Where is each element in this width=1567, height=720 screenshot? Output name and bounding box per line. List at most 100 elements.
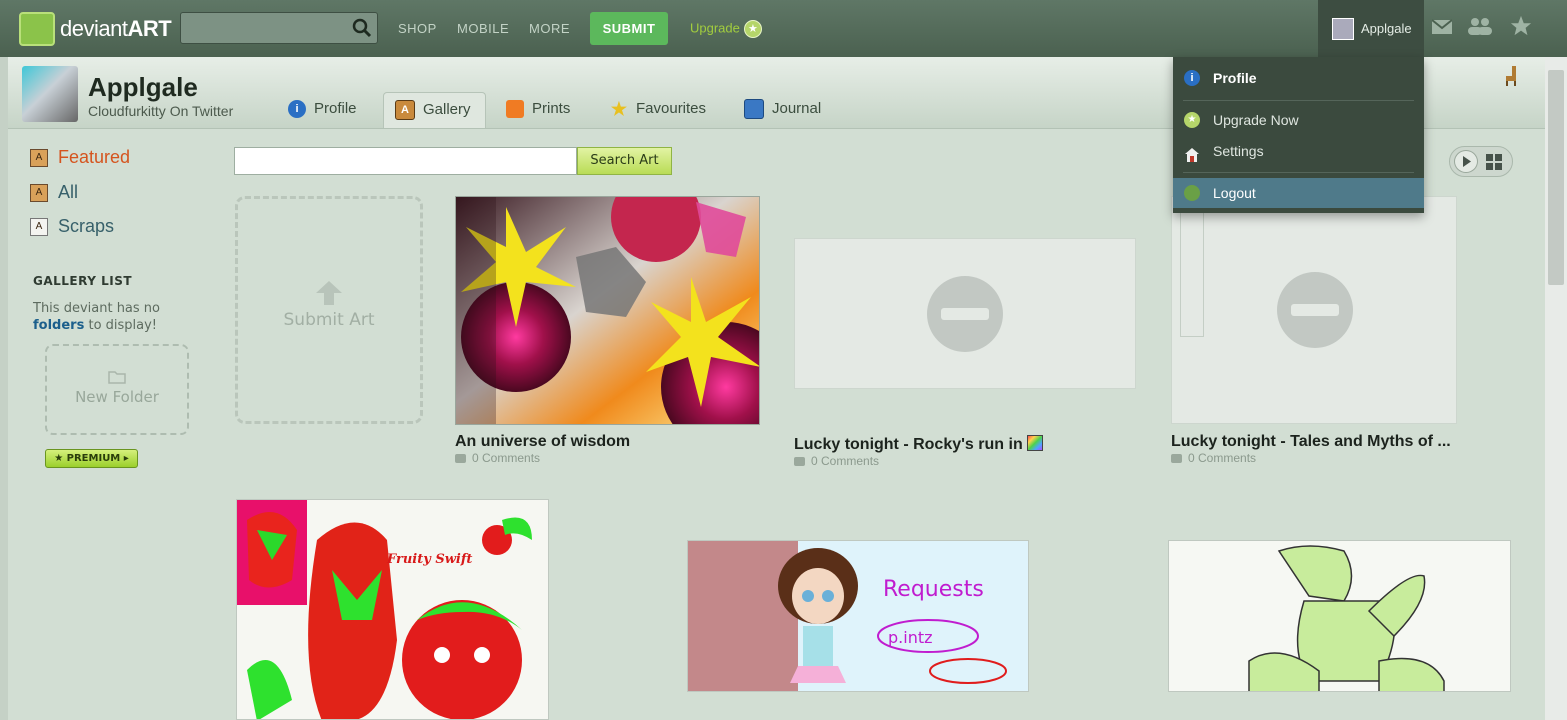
upgrade-star-icon: ★	[743, 20, 762, 38]
tab-profile[interactable]: i Profile	[288, 92, 357, 128]
all-gallery-icon: A	[30, 184, 48, 203]
user-dropdown-menu: i Profile ★ Upgrade Now Settings Logout	[1173, 57, 1424, 213]
artwork-comments[interactable]: 0 Comments	[1171, 451, 1451, 465]
tab-gallery-label: Gallery	[423, 101, 471, 118]
dropdown-profile-label: Profile	[1213, 70, 1257, 86]
folders-msg-part-a: This deviant has no	[33, 301, 160, 316]
avatar[interactable]	[22, 66, 78, 122]
info-icon: i	[288, 100, 306, 119]
restricted-content-icon	[927, 276, 1003, 352]
artwork-thumbnail-blocked-1[interactable]	[794, 238, 1136, 389]
comment-icon	[1171, 454, 1182, 464]
slideshow-view-icon[interactable]	[1454, 150, 1478, 173]
upgrade-link[interactable]: Upgrade ★	[690, 20, 762, 38]
grid-view-icon[interactable]	[1486, 154, 1502, 174]
sidebar-scraps-label: Scraps	[58, 216, 115, 236]
submit-art-button[interactable]: Submit Art	[235, 196, 423, 424]
left-page-edge	[0, 57, 8, 720]
new-folder-label: New Folder	[75, 388, 159, 406]
artwork-thumbnail-blocked-2[interactable]	[1171, 196, 1457, 424]
search-art-button[interactable]: Search Art	[577, 147, 672, 175]
search-icon[interactable]	[352, 18, 372, 42]
rainbow-emoticon-icon	[1027, 435, 1044, 451]
prints-bag-icon	[506, 100, 524, 119]
comment-count: 0 Comments	[472, 451, 541, 465]
global-search-input[interactable]	[180, 12, 378, 44]
artwork-comments[interactable]: 0 Comments	[455, 451, 630, 465]
comment-count: 0 Comments	[811, 454, 880, 468]
mature-ribbon-icon	[1180, 197, 1204, 337]
mail-icon[interactable]	[1431, 16, 1453, 40]
upload-arrow-icon	[238, 281, 420, 310]
sidebar-featured-label: Featured	[58, 147, 131, 167]
profile-tagline: Cloudfurkitty On Twitter	[88, 103, 234, 119]
deviantart-logo-text[interactable]: deviantART	[60, 16, 172, 42]
svg-text:p.intz: p.intz	[888, 628, 933, 647]
tab-prints-label: Prints	[532, 100, 571, 117]
tab-favourites[interactable]: ★ Favourites	[610, 92, 706, 128]
restricted-content-icon	[1277, 272, 1353, 348]
user-avatar-small[interactable]	[1332, 18, 1354, 40]
artwork-comments[interactable]: 0 Comments	[794, 454, 1043, 468]
no-folders-message: This deviant has no folders to display!	[33, 300, 193, 334]
artwork-thumbnail-fruity-swift[interactable]: Fruity Swift	[236, 499, 549, 720]
artwork-title[interactable]: An universe of wisdom	[455, 433, 630, 451]
artwork-item-2-text: Lucky tonight - Rocky's run in 0 Comment…	[794, 435, 1044, 468]
artwork-thumbnail-universe[interactable]	[455, 196, 760, 425]
logo-text-art: ART	[127, 16, 172, 41]
artwork-thumbnail-green-character[interactable]	[1168, 540, 1511, 692]
tab-prints[interactable]: Prints	[506, 92, 570, 128]
svg-text:Requests: Requests	[883, 577, 984, 602]
art-search-input[interactable]	[234, 147, 577, 175]
dropdown-item-profile[interactable]: i Profile	[1173, 63, 1424, 93]
artwork-title[interactable]: Lucky tonight - Tales and Myths of ...	[1171, 433, 1451, 451]
tab-gallery[interactable]: A Gallery	[383, 92, 486, 128]
dropdown-item-logout[interactable]: Logout	[1173, 178, 1424, 208]
settings-house-icon	[1184, 143, 1200, 162]
tab-profile-label: Profile	[314, 100, 357, 117]
dropdown-divider	[1183, 172, 1414, 173]
folders-link[interactable]: folders	[33, 318, 84, 333]
sidebar-item-scraps[interactable]: A Scraps	[30, 216, 114, 237]
artwork-title[interactable]: Lucky tonight - Rocky's run in	[794, 435, 1044, 454]
logo-text-deviant: deviant	[60, 16, 128, 41]
submit-button[interactable]: SUBMIT	[590, 12, 668, 45]
user-menu-name[interactable]: Applgale	[1361, 21, 1412, 36]
scrollbar-thumb[interactable]	[1548, 70, 1564, 285]
sidebar-item-all[interactable]: A All	[30, 182, 78, 203]
comment-icon	[794, 457, 805, 467]
artwork-thumbnail-requests[interactable]: Requests p.intz	[687, 540, 1029, 692]
sidebar-item-featured[interactable]: A Featured	[30, 147, 130, 168]
dropdown-item-upgrade-now[interactable]: ★ Upgrade Now	[1173, 105, 1424, 135]
dropdown-settings-label: Settings	[1213, 143, 1264, 159]
upgrade-label: Upgrade	[690, 20, 740, 36]
favourites-star-icon: ★	[610, 99, 628, 120]
star-icon[interactable]	[1510, 15, 1532, 42]
comment-count: 0 Comments	[1188, 451, 1257, 465]
tab-journal[interactable]: Journal	[744, 92, 821, 128]
logout-icon	[1184, 185, 1200, 201]
artwork-item-3-text: Lucky tonight - Tales and Myths of ... 0…	[1171, 433, 1451, 465]
dropdown-logout-label: Logout	[1213, 185, 1256, 201]
premium-label: PREMIUM	[66, 453, 121, 464]
scraps-icon: A	[30, 218, 48, 237]
artwork-item-1-text: An universe of wisdom 0 Comments	[455, 433, 630, 465]
journal-icon	[744, 99, 764, 120]
upgrade-star-icon: ★	[1184, 112, 1200, 128]
premium-badge[interactable]: ★ PREMIUM ▸	[45, 449, 138, 468]
nav-more[interactable]: MORE	[529, 21, 570, 36]
premium-star-icon: ★	[54, 453, 67, 464]
deviantart-logo-icon[interactable]	[19, 12, 55, 46]
llama-badge-icon[interactable]	[1503, 66, 1521, 90]
friends-icon[interactable]	[1466, 16, 1494, 40]
dropdown-item-settings[interactable]: Settings	[1173, 136, 1424, 166]
gallery-list-heading: GALLERY LIST	[33, 274, 133, 288]
submit-art-label: Submit Art	[283, 310, 375, 330]
featured-icon: A	[30, 149, 48, 168]
view-toggle	[1449, 146, 1513, 177]
nav-shop[interactable]: SHOP	[398, 21, 437, 36]
tab-favourites-label: Favourites	[636, 100, 707, 117]
nav-mobile[interactable]: MOBILE	[457, 21, 509, 36]
profile-name[interactable]: Applgale	[88, 72, 198, 103]
new-folder-button[interactable]: New Folder	[45, 344, 189, 435]
